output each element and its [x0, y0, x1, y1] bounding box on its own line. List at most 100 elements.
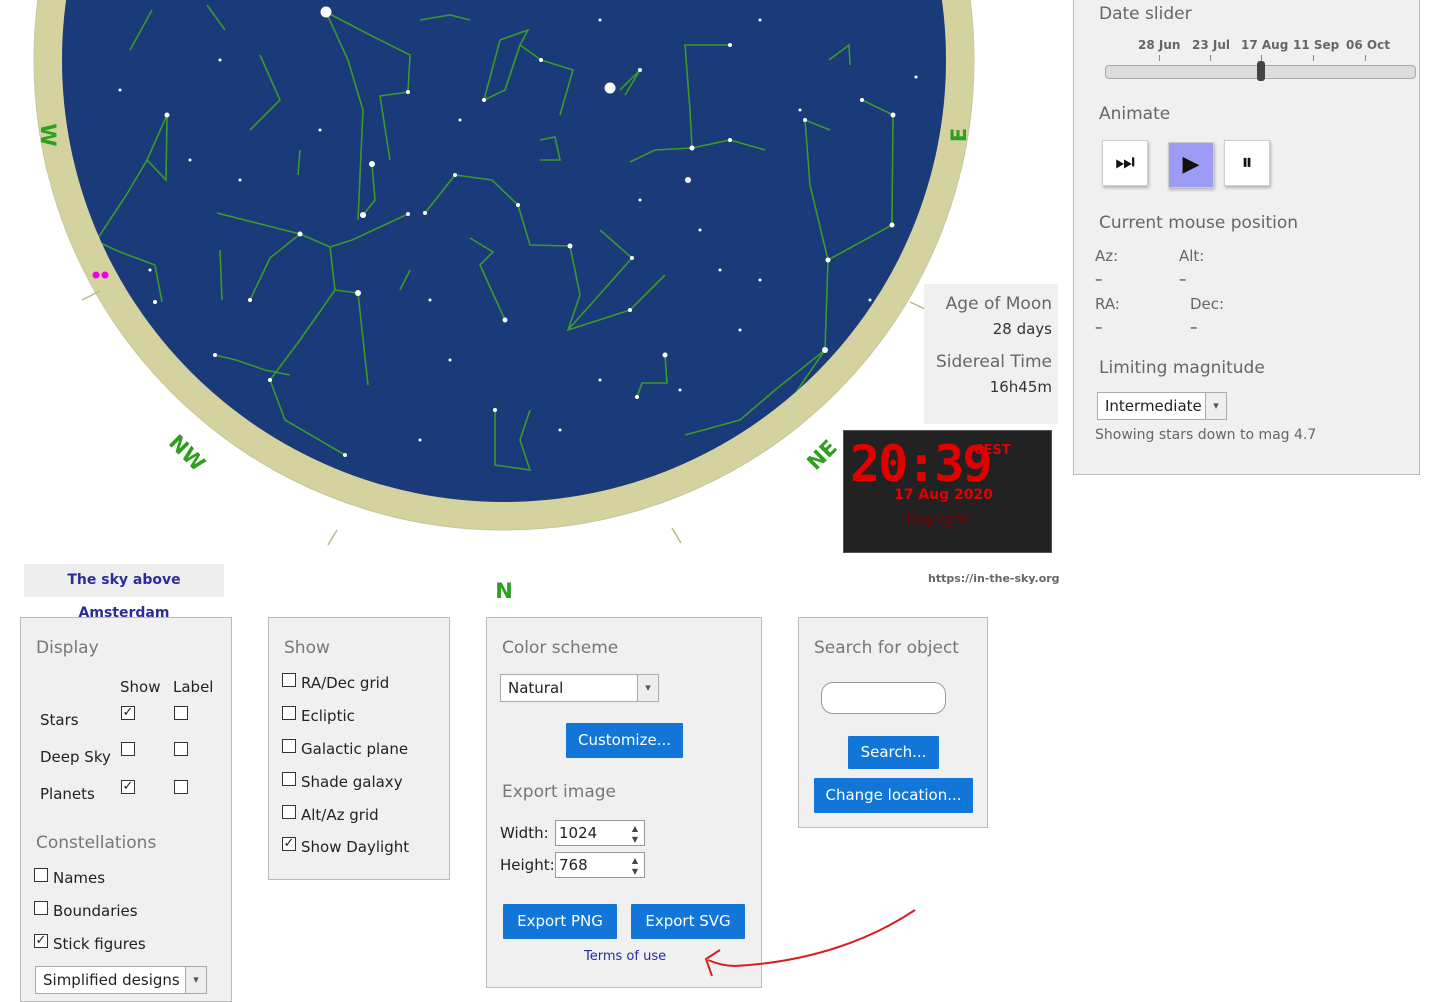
chevron-down-icon: ▾: [1205, 393, 1226, 419]
show-daylight-checkbox[interactable]: ✓: [282, 837, 296, 851]
change-location-button[interactable]: Change location...: [814, 778, 973, 813]
height-label: Height:: [500, 856, 555, 874]
deepsky-label-checkbox[interactable]: [174, 742, 188, 756]
design-select[interactable]: Simplified designs ▾: [35, 966, 207, 994]
sidereal-time-value: 16h45m: [989, 378, 1052, 396]
date-tick-mark: [1365, 55, 1366, 61]
display-heading: Display: [36, 638, 99, 658]
dec-value: –: [1190, 318, 1198, 336]
color-scheme-select[interactable]: Natural ▾: [500, 674, 659, 702]
altaz-grid-label: Alt/Az grid: [301, 806, 379, 824]
planets-show-checkbox[interactable]: ✓: [121, 780, 135, 794]
moon-age-value: 28 days: [992, 320, 1052, 338]
dec-label: Dec:: [1190, 295, 1225, 313]
sky-disc: [62, 0, 946, 502]
stars-label-checkbox[interactable]: [174, 706, 188, 720]
ecliptic-checkbox[interactable]: [282, 706, 296, 720]
right-control-panel: Date slider 28 Jun 23 Jul 17 Aug 11 Sep …: [1073, 0, 1420, 475]
color-scheme-value: Natural: [508, 679, 564, 697]
customize-button[interactable]: Customize...: [566, 723, 683, 758]
deepsky-show-checkbox[interactable]: [121, 742, 135, 756]
constellation-boundaries-checkbox[interactable]: [34, 901, 48, 915]
ra-value: –: [1095, 318, 1103, 336]
clock-mode: Daylight: [906, 510, 969, 528]
date-tick-label: 28 Jun: [1138, 38, 1181, 52]
date-tick-label: 06 Oct: [1346, 38, 1390, 52]
animate-heading: Animate: [1099, 104, 1171, 124]
date-slider-track[interactable]: [1105, 61, 1416, 81]
compass-nw: NW: [164, 430, 210, 476]
moon-sidereal-info: Age of Moon 28 days Sidereal Time 16h45m: [924, 284, 1058, 424]
pause-button[interactable]: ⏸: [1224, 140, 1270, 186]
moon-age-label: Age of Moon: [945, 294, 1052, 314]
width-label: Width:: [500, 824, 549, 842]
search-input[interactable]: [821, 682, 946, 714]
search-button[interactable]: Search...: [848, 736, 939, 769]
ecliptic-label: Ecliptic: [301, 707, 355, 725]
radec-grid-checkbox[interactable]: [282, 673, 296, 687]
planets-label: Planets: [40, 785, 95, 803]
ra-label: RA:: [1095, 295, 1120, 313]
planets-label-checkbox[interactable]: [174, 780, 188, 794]
clock-date: 17 Aug 2020: [894, 487, 994, 503]
stepper-arrows-icon[interactable]: ▲ ▼: [628, 823, 642, 845]
az-value: –: [1095, 270, 1103, 288]
sidereal-time-label: Sidereal Time: [936, 352, 1052, 372]
show-heading: Show: [284, 638, 330, 658]
stars-show-checkbox[interactable]: ✓: [121, 706, 135, 720]
terms-of-use-link[interactable]: Terms of use: [584, 949, 666, 964]
date-tick-label: 11 Sep: [1293, 38, 1340, 52]
export-png-button[interactable]: Export PNG: [503, 904, 617, 939]
annotation-arrow: [704, 909, 916, 977]
compass-w: W: [36, 123, 60, 146]
galactic-plane-label: Galactic plane: [301, 740, 409, 758]
chevron-down-icon: ▾: [637, 675, 658, 701]
search-panel: Search for object Search... Change locat…: [798, 617, 988, 828]
shade-galaxy-checkbox[interactable]: [282, 772, 296, 786]
fast-forward-icon: ⏭: [1115, 150, 1135, 175]
shade-galaxy-label: Shade galaxy: [301, 773, 403, 791]
constellation-names-checkbox[interactable]: [34, 868, 48, 882]
compass-e: E: [947, 128, 971, 142]
alt-label: Alt:: [1179, 247, 1205, 265]
compass-ne: NE: [802, 435, 842, 475]
play-icon: ▶: [1182, 152, 1200, 177]
clock-timezone: CEST: [974, 443, 1011, 458]
limiting-magnitude-select[interactable]: Intermediate ▾: [1097, 392, 1227, 420]
compass-n: N: [495, 579, 513, 603]
date-tick-label: 17 Aug: [1241, 38, 1289, 52]
show-daylight-label: Show Daylight: [301, 838, 410, 856]
height-input[interactable]: 768 ▲ ▼: [555, 852, 645, 878]
limiting-magnitude-value: Intermediate: [1105, 397, 1202, 415]
constellation-stick-figures-label: Stick figures: [53, 935, 146, 953]
clock-time: 20:39: [850, 435, 993, 493]
constellation-boundaries-label: Boundaries: [53, 902, 138, 920]
date-slider-thumb[interactable]: [1256, 61, 1265, 81]
stars-label: Stars: [40, 711, 79, 729]
col-show-label: Show: [120, 678, 161, 696]
sky-title: The sky above Amsterdam: [24, 564, 224, 621]
digital-clock: 20:39 CEST 17 Aug 2020 Daylight: [843, 430, 1052, 553]
display-panel: Display Show Label Stars ✓ Deep Sky Plan…: [20, 617, 232, 1002]
design-select-value: Simplified designs: [43, 971, 180, 989]
limiting-magnitude-heading: Limiting magnitude: [1099, 358, 1265, 378]
date-tick-label: 23 Jul: [1192, 38, 1230, 52]
show-panel: Show RA/Dec grid Ecliptic Galactic plane…: [268, 617, 450, 880]
stepper-arrows-icon[interactable]: ▲ ▼: [628, 855, 642, 877]
deepsky-label: Deep Sky: [40, 748, 111, 766]
col-label-label: Label: [173, 678, 214, 696]
constellation-stick-figures-checkbox[interactable]: ✓: [34, 934, 48, 948]
play-button[interactable]: ▶: [1168, 142, 1214, 188]
constellation-names-label: Names: [53, 869, 106, 887]
date-tick-mark: [1210, 55, 1211, 61]
width-input[interactable]: 1024 ▲ ▼: [555, 820, 645, 846]
site-url: https://in-the-sky.org: [928, 572, 1060, 585]
constellations-heading: Constellations: [36, 833, 157, 853]
az-label: Az:: [1095, 247, 1119, 265]
export-image-heading: Export image: [502, 782, 617, 802]
galactic-plane-checkbox[interactable]: [282, 739, 296, 753]
alt-value: –: [1179, 270, 1187, 288]
altaz-grid-checkbox[interactable]: [282, 805, 296, 819]
fast-forward-button[interactable]: ⏭: [1102, 140, 1148, 186]
chevron-down-icon: ▾: [185, 967, 206, 993]
